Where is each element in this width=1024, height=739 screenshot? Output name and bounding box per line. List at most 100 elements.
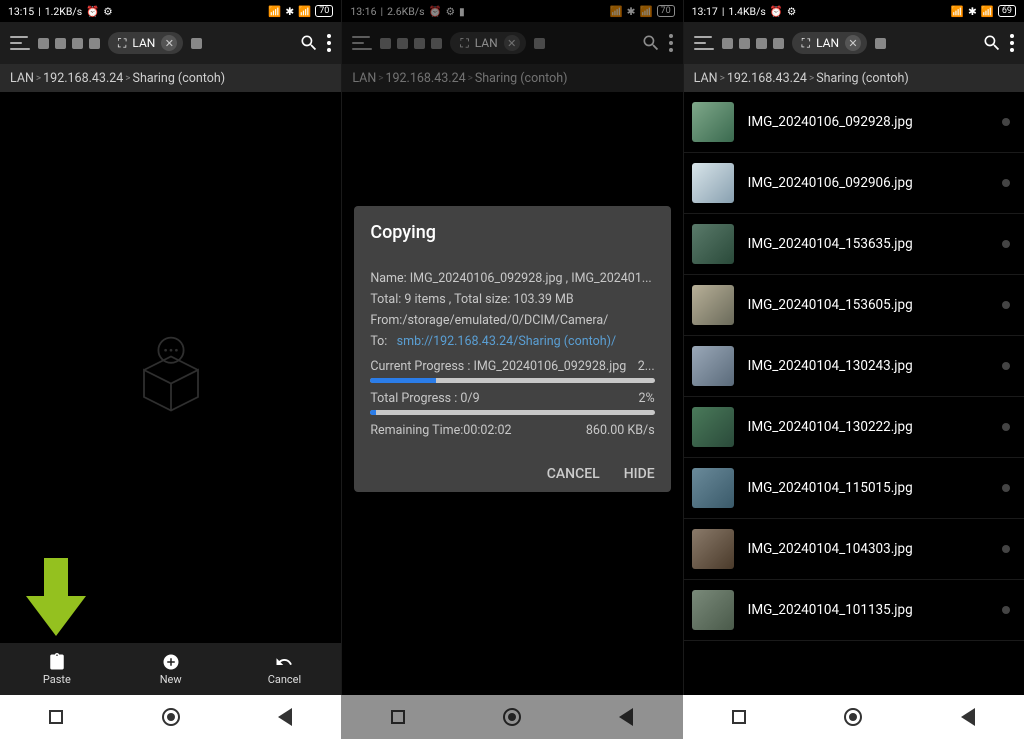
- file-thumbnail: [692, 468, 734, 508]
- toolbar: ⛶ LAN ✕: [342, 22, 682, 64]
- file-row[interactable]: IMG_20240106_092928.jpg: [684, 92, 1024, 153]
- lan-tab[interactable]: ⛶ LAN ✕: [450, 32, 525, 54]
- breadcrumb[interactable]: LAN> 192.168.43.24> Sharing (contoh): [342, 64, 682, 92]
- search-icon[interactable]: [641, 33, 661, 53]
- file-select-radio[interactable]: [1002, 423, 1010, 431]
- file-thumbnail: [692, 407, 734, 447]
- close-icon[interactable]: ✕: [161, 35, 177, 51]
- paste-arrow-callout: [26, 558, 86, 640]
- tab-strip[interactable]: [722, 38, 784, 49]
- file-select-radio[interactable]: [1002, 545, 1010, 553]
- dialog-title: Copying: [370, 222, 654, 243]
- file-name: IMG_20240106_092928.jpg: [748, 114, 988, 130]
- file-row[interactable]: IMG_20240104_153635.jpg: [684, 214, 1024, 275]
- nav-back-icon[interactable]: [619, 708, 633, 726]
- battery-icon: 70: [657, 5, 675, 17]
- file-thumbnail: [692, 529, 734, 569]
- to-path-link[interactable]: smb://192.168.43.24/Sharing (contoh)/: [397, 334, 616, 349]
- file-select-radio[interactable]: [1002, 362, 1010, 370]
- search-icon[interactable]: [299, 33, 319, 53]
- alarm-icon: ⏰: [429, 5, 442, 18]
- file-name: IMG_20240104_130222.jpg: [748, 419, 988, 435]
- lan-tab[interactable]: ⛶ LAN ✕: [108, 32, 183, 54]
- nav-back-icon[interactable]: [278, 708, 292, 726]
- file-select-radio[interactable]: [1002, 179, 1010, 187]
- gear-icon: ⚙: [787, 5, 796, 18]
- signal-icon: 📶: [298, 5, 311, 18]
- lan-icon: ⛶: [802, 36, 810, 51]
- file-name: IMG_20240104_101135.jpg: [748, 602, 988, 618]
- search-icon[interactable]: [982, 33, 1002, 53]
- file-row[interactable]: IMG_20240104_115015.jpg: [684, 458, 1024, 519]
- file-list[interactable]: IMG_20240106_092928.jpg IMG_20240106_0929…: [684, 92, 1024, 695]
- file-row[interactable]: IMG_20240104_130222.jpg: [684, 397, 1024, 458]
- paste-button[interactable]: Paste: [0, 643, 114, 695]
- dialog-hide-button[interactable]: HIDE: [624, 466, 655, 482]
- file-name: IMG_20240104_153635.jpg: [748, 236, 988, 252]
- overflow-icon[interactable]: [327, 34, 331, 52]
- nav-recent-icon[interactable]: [49, 710, 63, 724]
- undo-icon: [275, 653, 293, 671]
- file-select-radio[interactable]: [1002, 118, 1010, 126]
- bluetooth-icon: ✱: [285, 5, 294, 18]
- cancel-button[interactable]: Cancel: [228, 643, 342, 695]
- dialog-cancel-button[interactable]: CANCEL: [547, 466, 600, 482]
- nav-recent-icon[interactable]: [732, 710, 746, 724]
- overflow-icon[interactable]: [1010, 34, 1014, 52]
- breadcrumb[interactable]: LAN> 192.168.43.24> Sharing (contoh): [684, 64, 1024, 92]
- signal-icon: 📶: [981, 5, 994, 18]
- file-name: IMG_20240104_104303.jpg: [748, 541, 988, 557]
- new-button[interactable]: New: [114, 643, 228, 695]
- nav-home-icon[interactable]: [844, 708, 862, 726]
- file-row[interactable]: IMG_20240104_153605.jpg: [684, 275, 1024, 336]
- breadcrumb[interactable]: LAN> 192.168.43.24> Sharing (contoh): [0, 64, 341, 92]
- lan-tab[interactable]: ⛶ LAN ✕: [792, 32, 867, 54]
- wifi-icon: 📶: [268, 5, 281, 18]
- status-speed: 2.6KB/s: [387, 5, 424, 18]
- file-thumbnail: [692, 224, 734, 264]
- file-row[interactable]: IMG_20240104_130243.jpg: [684, 336, 1024, 397]
- pane-1: 13:15 | 1.2KB/s ⏰ ⚙ 📶 ✱ 📶 70 ⛶ LAN ✕ LAN…: [0, 0, 341, 695]
- battery-icon: 70: [315, 5, 333, 17]
- lan-icon: ⛶: [460, 36, 468, 51]
- toolbar: ⛶ LAN ✕: [684, 22, 1024, 64]
- nav-recent-icon[interactable]: [391, 710, 405, 724]
- file-thumbnail: [692, 590, 734, 630]
- file-select-radio[interactable]: [1002, 240, 1010, 248]
- file-select-radio[interactable]: [1002, 606, 1010, 614]
- file-row[interactable]: IMG_20240104_104303.jpg: [684, 519, 1024, 580]
- close-icon[interactable]: ✕: [504, 35, 520, 51]
- menu-icon[interactable]: [694, 36, 714, 50]
- tab-strip[interactable]: [38, 38, 100, 49]
- file-name: IMG_20240104_130243.jpg: [748, 358, 988, 374]
- lan-tab-label: LAN: [475, 36, 498, 50]
- lan-icon: ⛶: [118, 36, 126, 51]
- file-select-radio[interactable]: [1002, 301, 1010, 309]
- bottom-action-bar: Paste New Cancel: [0, 643, 341, 695]
- file-indicator-icon: ▮: [459, 5, 465, 18]
- file-row[interactable]: IMG_20240106_092906.jpg: [684, 153, 1024, 214]
- file-thumbnail: [692, 163, 734, 203]
- tab-strip[interactable]: [380, 38, 442, 49]
- status-time: 13:17: [692, 5, 718, 18]
- overflow-icon[interactable]: [669, 34, 673, 52]
- nav-home-icon[interactable]: [503, 708, 521, 726]
- close-icon[interactable]: ✕: [845, 35, 861, 51]
- nav-back-icon[interactable]: [961, 708, 975, 726]
- copying-dialog: Copying Name: IMG_20240106_092928.jpg , …: [354, 206, 670, 492]
- status-speed: 1.4KB/s: [728, 5, 765, 18]
- file-select-radio[interactable]: [1002, 484, 1010, 492]
- status-bar: 13:16 | 2.6KB/s ⏰ ⚙ ▮ 📶 ✱ 📶 70: [342, 0, 682, 22]
- menu-icon[interactable]: [352, 36, 372, 50]
- status-time: 13:16: [350, 5, 376, 18]
- file-thumbnail: [692, 285, 734, 325]
- battery-icon: 69: [998, 5, 1016, 17]
- nav-home-icon[interactable]: [162, 708, 180, 726]
- file-name: IMG_20240104_115015.jpg: [748, 480, 988, 496]
- bluetooth-icon: ✱: [627, 5, 636, 18]
- menu-icon[interactable]: [10, 36, 30, 50]
- android-nav-bar: [0, 695, 1024, 739]
- status-speed: 1.2KB/s: [45, 5, 82, 18]
- file-row[interactable]: IMG_20240104_101135.jpg: [684, 580, 1024, 641]
- file-name: IMG_20240106_092906.jpg: [748, 175, 988, 191]
